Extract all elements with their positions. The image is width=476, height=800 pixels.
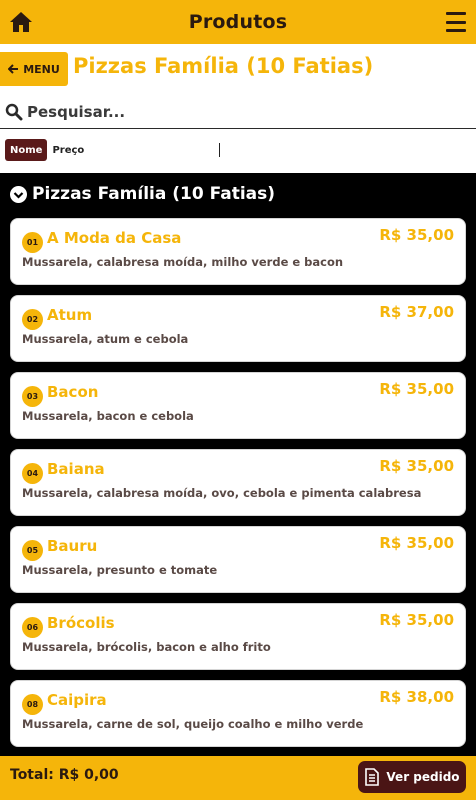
product-price: R$ 35,00	[379, 457, 454, 475]
product-name: Baiana	[47, 460, 105, 478]
product-number: 08	[22, 694, 43, 715]
product-description: Mussarela, calabresa moída, milho verde …	[22, 255, 344, 269]
section-title: Pizzas Família (10 Fatias)	[32, 184, 276, 204]
product-card[interactable]: 02 Atum R$ 37,00 Mussarela, atum e cebol…	[10, 295, 466, 362]
product-number: 02	[22, 309, 43, 330]
page-title: Produtos	[188, 11, 288, 33]
product-name: Bauru	[47, 537, 98, 555]
arrow-left-icon	[8, 64, 19, 74]
view-order-label: Ver pedido	[386, 770, 460, 784]
product-list: Pizzas Família (10 Fatias) 01 A Moda da …	[0, 173, 476, 756]
sort-options: Nome Preço	[0, 139, 476, 161]
bottom-bar: Total: R$ 0,00 Ver pedido	[0, 756, 476, 800]
product-name: Caipira	[47, 691, 107, 709]
product-description: Mussarela, presunto e tomate	[22, 563, 218, 577]
product-price: R$ 35,00	[379, 534, 454, 552]
menu-button-label: MENU	[23, 62, 60, 76]
category-title: Pizzas Família (10 Fatias)	[73, 54, 374, 78]
product-description: Mussarela, carne de sol, queijo coalho e…	[22, 717, 364, 731]
product-card[interactable]: 03 Bacon R$ 35,00 Mussarela, bacon e ceb…	[10, 372, 466, 439]
product-price: R$ 35,00	[379, 611, 454, 629]
sort-by-name-button[interactable]: Nome	[5, 139, 48, 161]
top-bar: Produtos	[0, 0, 476, 44]
product-card[interactable]: 08 Caipira R$ 38,00 Mussarela, carne de …	[10, 680, 466, 747]
document-icon	[365, 768, 380, 786]
home-icon[interactable]	[8, 9, 34, 35]
product-name: Brócolis	[47, 614, 115, 632]
product-description: Mussarela, atum e cebola	[22, 332, 189, 346]
product-number: 06	[22, 617, 43, 638]
product-number: 05	[22, 540, 43, 561]
section-header[interactable]: Pizzas Família (10 Fatias)	[10, 184, 275, 204]
product-price: R$ 38,00	[379, 688, 454, 706]
product-card[interactable]: 01 A Moda da Casa R$ 35,00 Mussarela, ca…	[10, 218, 466, 285]
product-card[interactable]: 05 Bauru R$ 35,00 Mussarela, presunto e …	[10, 526, 466, 593]
menu-button[interactable]: MENU	[0, 52, 68, 86]
search-icon	[5, 103, 23, 121]
sort-by-price-button[interactable]: Preço	[52, 145, 84, 156]
product-price: R$ 35,00	[379, 380, 454, 398]
product-price: R$ 35,00	[379, 226, 454, 244]
product-number: 01	[22, 232, 43, 253]
product-name: Bacon	[47, 383, 99, 401]
view-order-button[interactable]: Ver pedido	[358, 761, 466, 793]
product-description: Mussarela, calabresa moída, ovo, cebola …	[22, 486, 422, 500]
product-card[interactable]: 06 Brócolis R$ 35,00 Mussarela, brócolis…	[10, 603, 466, 670]
divider	[219, 143, 220, 157]
search-input[interactable]: Pesquisar...	[27, 103, 125, 121]
product-card[interactable]: 04 Baiana R$ 35,00 Mussarela, calabresa …	[10, 449, 466, 516]
order-total: Total: R$ 0,00	[10, 767, 119, 783]
category-header: MENU Pizzas Família (10 Fatias)	[0, 50, 476, 88]
product-description: Mussarela, brócolis, bacon e alho frito	[22, 640, 271, 654]
product-number: 04	[22, 463, 43, 484]
product-name: Atum	[47, 306, 93, 324]
chevron-down-circle-icon	[10, 185, 27, 203]
product-description: Mussarela, bacon e cebola	[22, 409, 194, 423]
product-name: A Moda da Casa	[47, 229, 182, 247]
hamburger-menu-icon[interactable]	[446, 12, 466, 32]
product-number: 03	[22, 386, 43, 407]
product-price: R$ 37,00	[379, 303, 454, 321]
search-bar[interactable]: Pesquisar...	[0, 96, 476, 129]
